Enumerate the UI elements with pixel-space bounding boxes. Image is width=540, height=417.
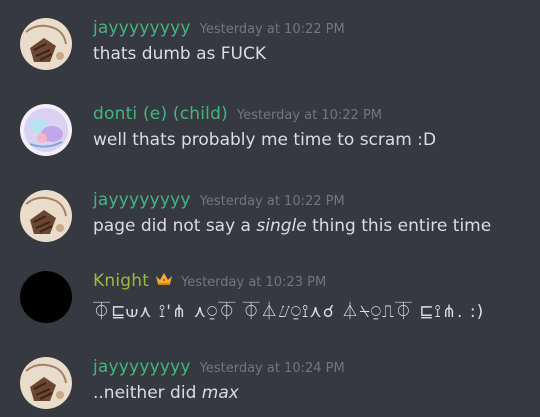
message-header: Knight Yesterday at 10:23 PM — [93, 271, 326, 291]
message-header: jayyyyyyyy Yesterday at 10:22 PM — [93, 18, 345, 38]
author-name[interactable]: jayyyyyyyy — [93, 18, 191, 38]
message-text: thats dumb as FUCK — [93, 44, 267, 64]
message-item: jayyyyyyyy Yesterday at 10:24 PM ..neith… — [0, 357, 540, 417]
user-avatar[interactable] — [20, 271, 72, 323]
timestamp: Yesterday at 10:22 PM — [236, 108, 383, 123]
crown-icon — [155, 271, 173, 290]
user-avatar[interactable] — [20, 357, 72, 409]
author-name[interactable]: Knight — [93, 271, 149, 291]
sketch-avatar-icon — [20, 18, 72, 70]
user-avatar[interactable] — [20, 104, 72, 156]
message-item: jayyyyyyyy Yesterday at 10:22 PM page di… — [0, 190, 540, 250]
message-header: jayyyyyyyy Yesterday at 10:22 PM — [93, 190, 345, 210]
text-segment: ..neither did — [93, 383, 202, 403]
user-avatar[interactable] — [20, 18, 72, 70]
timestamp: Yesterday at 10:23 PM — [181, 275, 327, 290]
sketch-avatar-icon — [20, 357, 72, 409]
timestamp: Yesterday at 10:22 PM — [199, 22, 345, 37]
message-header: jayyyyyyyy Yesterday at 10:24 PM — [93, 357, 345, 377]
message-text: ..neither did max — [93, 383, 239, 403]
pastel-art-avatar-icon — [20, 104, 72, 156]
timestamp: Yesterday at 10:22 PM — [199, 194, 345, 209]
author-name[interactable]: donti (e) (child) — [93, 104, 228, 124]
message-header: donti (e) (child) Yesterday at 10:22 PM — [93, 104, 382, 124]
message-text: well thats probably me time to scram :D — [93, 130, 437, 150]
author-name[interactable]: jayyyyyyyy — [93, 190, 191, 210]
message-text: ⏁⊑⟒⋏ ⟟'⋔ ⋏⍜⏁ ⏁⏃⌰⍜⟟⋏☌ ⏃⍀⍜⎍⏁ ⊑⟟⋔. :) — [93, 302, 485, 322]
text-segment: thing this entire time — [306, 216, 492, 236]
user-avatar[interactable] — [20, 190, 72, 242]
timestamp: Yesterday at 10:24 PM — [199, 361, 345, 376]
author-name[interactable]: jayyyyyyyy — [93, 357, 191, 377]
message-item: Knight Yesterday at 10:23 PM ⏁⊑⟒⋏ ⟟'⋔ ⋏⍜… — [0, 271, 540, 331]
message-item: donti (e) (child) Yesterday at 10:22 PM … — [0, 104, 540, 164]
sketch-avatar-icon — [20, 190, 72, 242]
text-segment: page did not say a — [93, 216, 257, 236]
message-text: page did not say a single thing this ent… — [93, 216, 491, 236]
emphasis-text: single — [256, 216, 307, 236]
emphasis-text: max — [201, 383, 239, 403]
black-circle-avatar-icon — [20, 271, 72, 323]
message-item: jayyyyyyyy Yesterday at 10:22 PM thats d… — [0, 18, 540, 78]
